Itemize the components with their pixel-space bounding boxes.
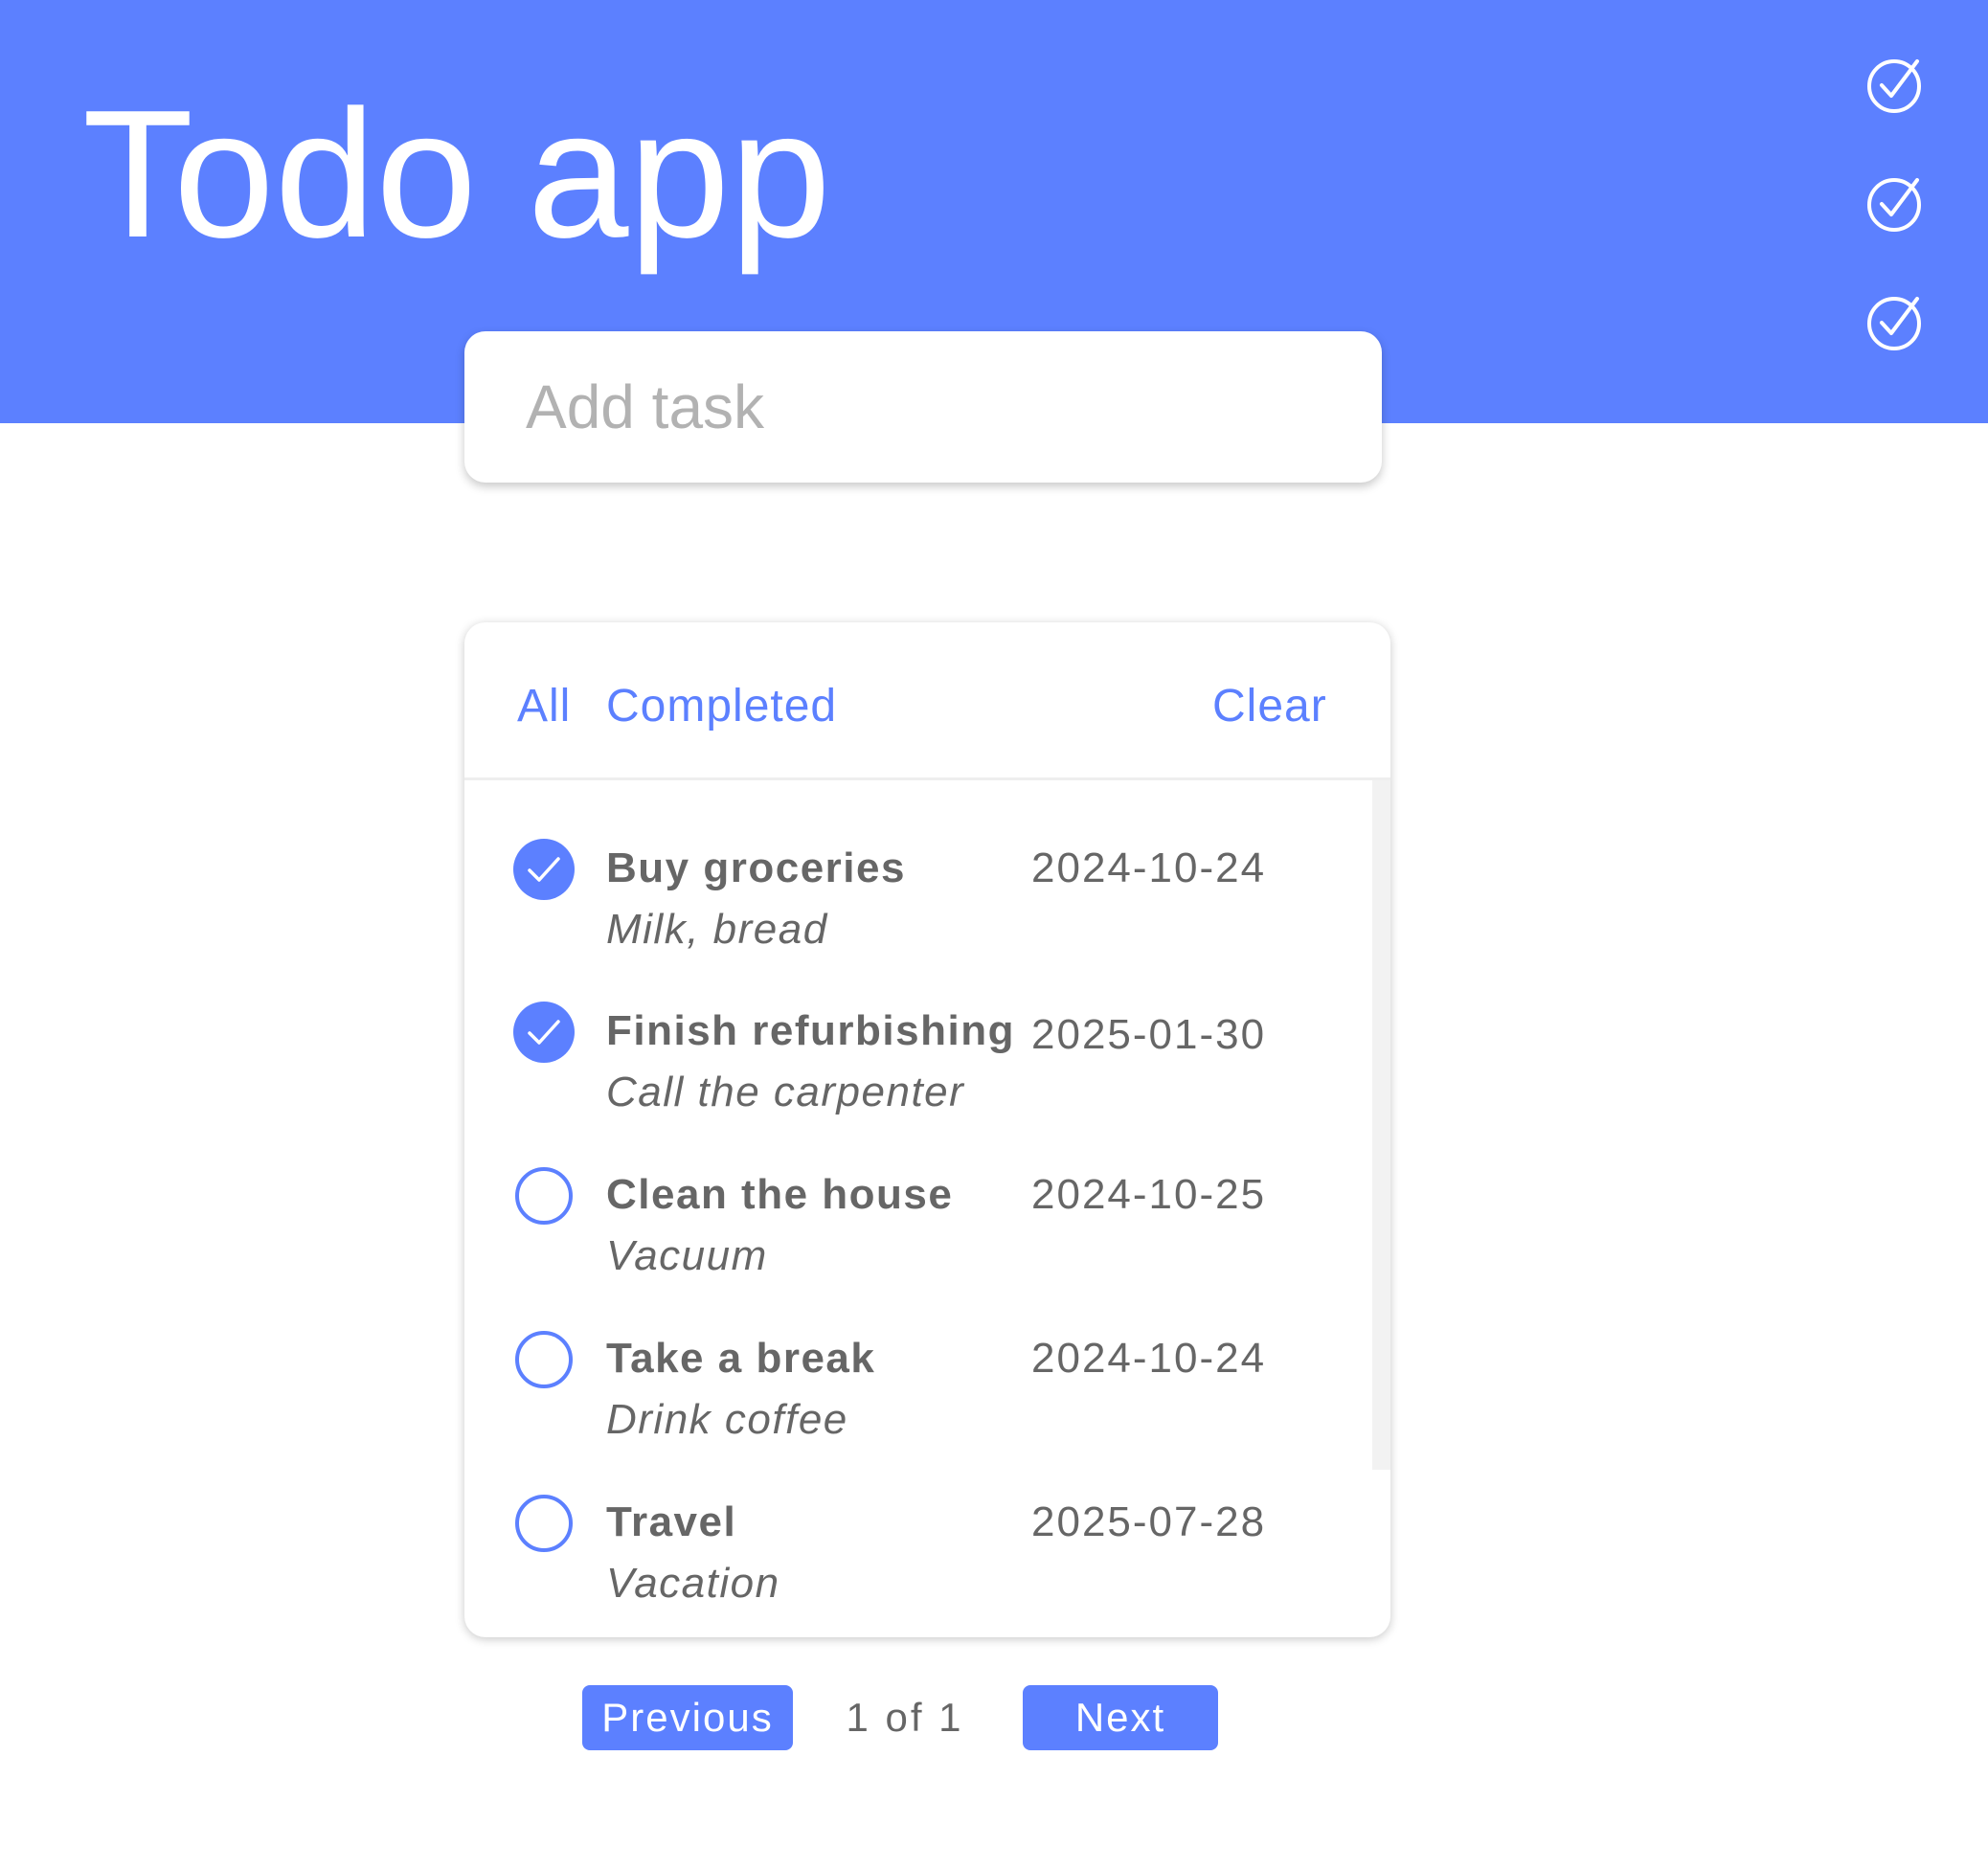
scrollbar[interactable] <box>1372 780 1390 1470</box>
task-item: Clean the house 2024-10-25 Vacuum <box>464 1164 1365 1308</box>
task-title: Take a break <box>606 1335 876 1382</box>
task-note: Milk, bread <box>606 906 828 953</box>
add-task-box <box>464 331 1382 483</box>
next-button[interactable]: Next <box>1023 1685 1218 1750</box>
task-title: Buy groceries <box>606 844 906 891</box>
check-circle-icon <box>1865 54 1927 115</box>
task-item: Finish refurbishing 2025-01-30 Call the … <box>464 1001 1365 1144</box>
filter-completed-link[interactable]: Completed <box>606 680 837 733</box>
task-title: Travel <box>606 1498 737 1545</box>
check-circle-icon <box>1865 172 1927 234</box>
empty-circle-icon[interactable] <box>512 1164 576 1227</box>
filter-all-link[interactable]: All <box>517 680 571 733</box>
task-note: Vacation <box>606 1560 780 1607</box>
task-date: 2025-07-28 <box>1031 1498 1267 1545</box>
previous-button[interactable]: Previous <box>582 1685 793 1750</box>
checked-circle-icon[interactable] <box>512 1001 576 1064</box>
empty-circle-icon[interactable] <box>512 1492 576 1555</box>
checked-circle-icon[interactable] <box>512 838 576 901</box>
add-task-input[interactable] <box>526 331 1349 483</box>
empty-circle-icon[interactable] <box>512 1328 576 1391</box>
task-title: Finish refurbishing <box>606 1007 1015 1054</box>
clear-link[interactable]: Clear <box>1212 680 1327 733</box>
task-date: 2024-10-24 <box>1031 1335 1267 1382</box>
task-item: Travel 2025-07-28 Vacation <box>464 1492 1365 1635</box>
task-item: Buy groceries 2024-10-24 Milk, bread <box>464 838 1365 981</box>
task-date: 2024-10-24 <box>1031 844 1267 891</box>
task-note: Drink coffee <box>606 1396 848 1443</box>
task-item: Take a break 2024-10-24 Drink coffee <box>464 1328 1365 1472</box>
task-date: 2024-10-25 <box>1031 1171 1267 1218</box>
filter-bar: All Completed Clear <box>464 622 1390 780</box>
task-note: Call the carpenter <box>606 1069 965 1115</box>
task-list-card: All Completed Clear Buy groceries 2024-1… <box>464 622 1390 1637</box>
page-indicator: 1 of 1 <box>846 1695 964 1740</box>
task-date: 2025-01-30 <box>1031 1011 1267 1058</box>
app-title: Todo app <box>82 73 831 276</box>
task-note: Vacuum <box>606 1232 768 1279</box>
check-circle-icon <box>1865 291 1927 352</box>
task-title: Clean the house <box>606 1171 954 1218</box>
